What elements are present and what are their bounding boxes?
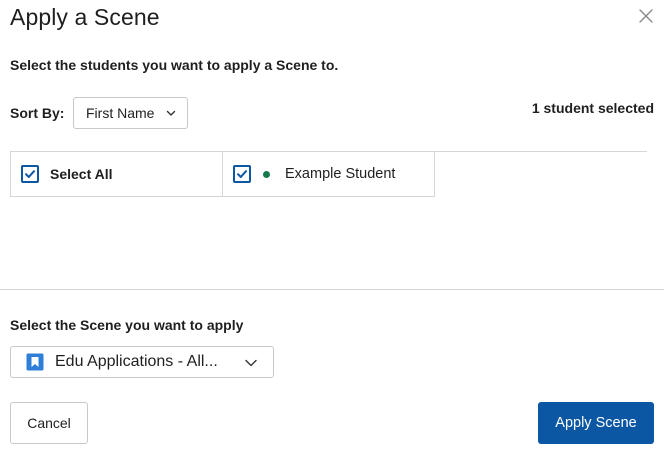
chevron-down-icon	[166, 110, 176, 116]
students-instruction: Select the students you want to apply a …	[10, 57, 339, 73]
checkmark-icon	[237, 170, 247, 178]
chevron-down-icon	[245, 359, 257, 367]
bookmark-icon	[26, 353, 44, 371]
student-checkbox[interactable]	[233, 165, 251, 183]
selected-count: 1 student selected	[531, 100, 654, 116]
close-button[interactable]	[636, 6, 656, 26]
sort-label: Sort By:	[10, 105, 65, 121]
select-all-checkbox[interactable]	[21, 165, 39, 183]
select-all-cell[interactable]: Select All	[10, 151, 223, 197]
scene-value: Edu Applications - All...	[55, 353, 218, 370]
scene-label: Select the Scene you want to apply	[10, 317, 244, 333]
select-all-label: Select All	[50, 166, 113, 182]
sort-by-select[interactable]: First Name	[73, 97, 188, 129]
scene-select[interactable]: Edu Applications - All...	[10, 346, 274, 378]
student-name: Example Student	[285, 166, 396, 182]
checkmark-icon	[25, 170, 35, 178]
section-divider	[0, 289, 664, 290]
cancel-button[interactable]: Cancel	[10, 402, 88, 444]
close-icon	[639, 9, 653, 23]
online-status-icon	[263, 170, 270, 178]
student-cell[interactable]: Example Student	[222, 151, 435, 197]
apply-scene-button[interactable]: Apply Scene	[538, 402, 654, 444]
sort-by-value: First Name	[86, 105, 155, 121]
dialog-title: Apply a Scene	[10, 4, 160, 30]
